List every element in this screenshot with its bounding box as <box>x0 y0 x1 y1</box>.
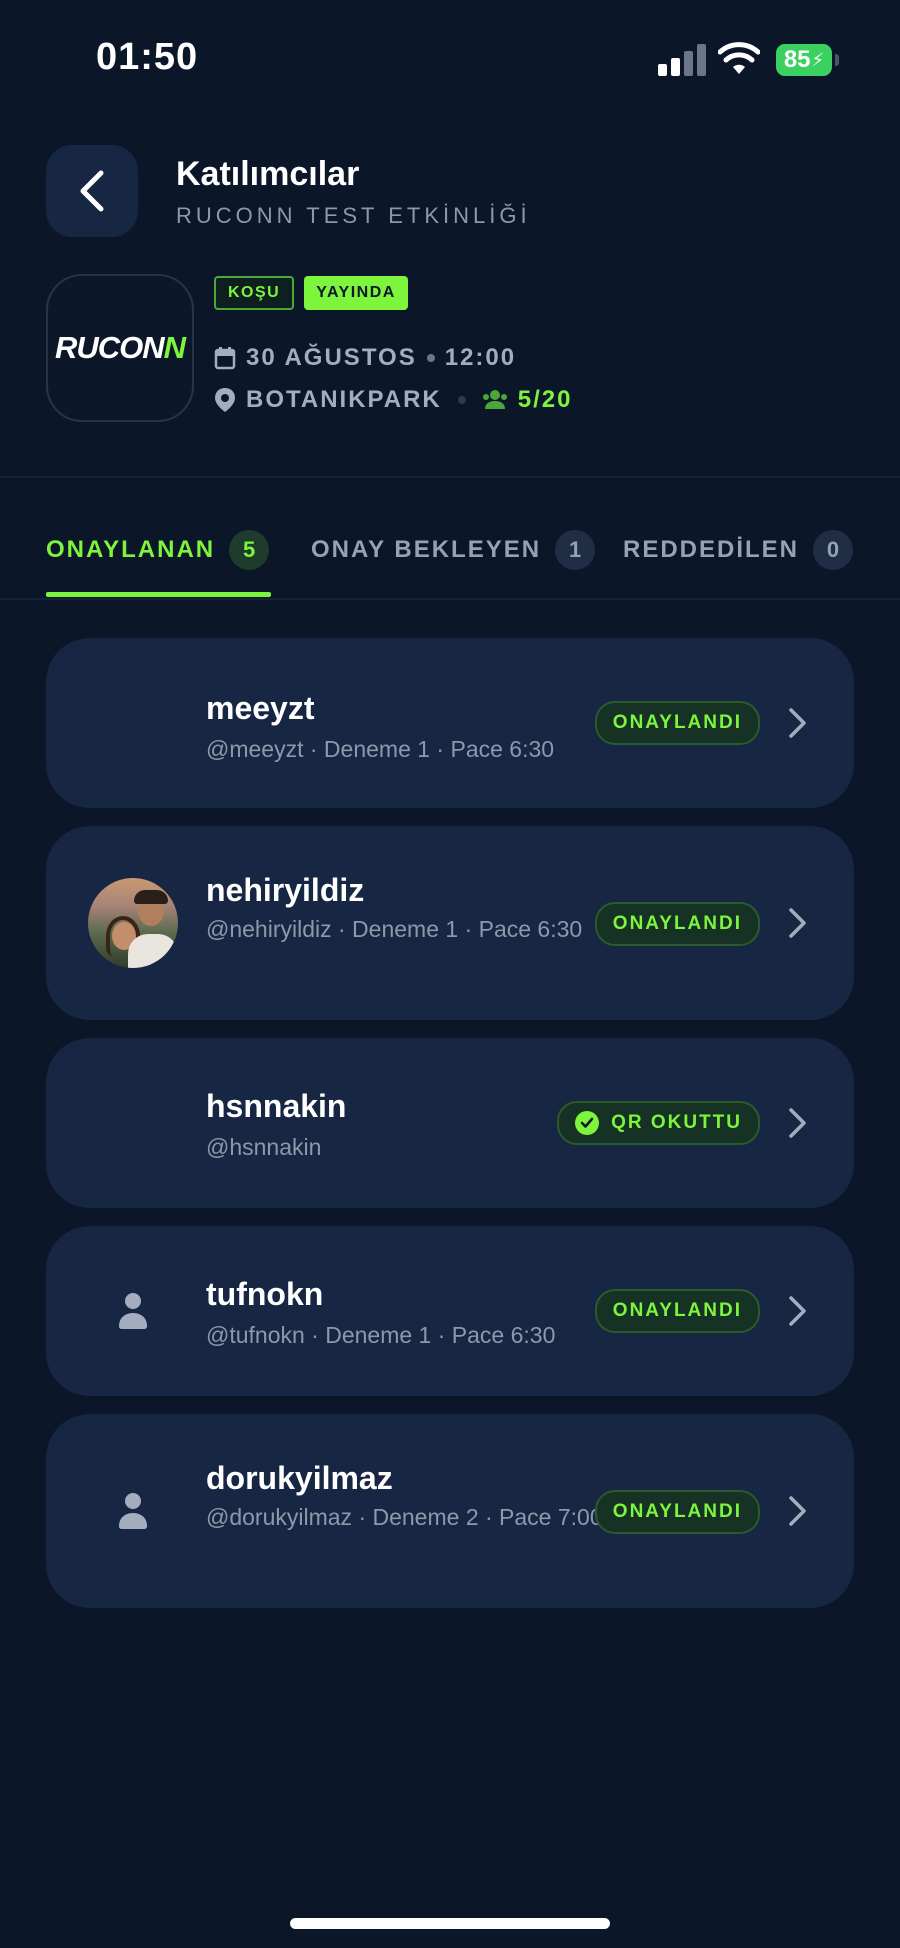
event-location: BOTANIKPARK <box>246 386 442 413</box>
wifi-icon <box>718 42 760 74</box>
tab-approved[interactable]: ONAYLANAN 5 <box>46 530 270 570</box>
participant-capacity: 5/20 <box>517 386 573 413</box>
chevron-right-icon <box>789 708 806 738</box>
avatar <box>88 1466 178 1556</box>
status-badge: ONAYLANDI <box>594 701 760 745</box>
status-badge: ONAYLANDI <box>594 902 760 946</box>
page-title: Katılımcılar <box>176 155 360 193</box>
tab-count-badge: 0 <box>813 530 854 570</box>
participant-card[interactable]: dorukyilmaz @dorukyilmaz · Deneme 2 · Pa… <box>46 1414 854 1608</box>
location-pin-icon <box>215 388 235 412</box>
battery-icon: 85 ⚡ <box>776 44 832 76</box>
page-subtitle: RUCONN TEST ETKİNLİĞİ <box>176 203 531 228</box>
participant-card[interactable]: hsnnakin @hsnnakin QR OKUTTU <box>46 1038 854 1208</box>
cellular-signal-icon <box>658 44 706 76</box>
status-badge: ONAYLANDI <box>594 1490 760 1534</box>
category-tag: KOŞU <box>214 276 295 310</box>
page-header: Katılımcılar RUCONN TEST ETKİNLİĞİ <box>46 145 856 245</box>
participant-name: tufnokn <box>206 1276 324 1312</box>
tab-rejected[interactable]: REDDEDİLEN 0 <box>623 530 854 570</box>
event-logo: RUCONN <box>46 274 194 422</box>
tab-count-badge: 1 <box>555 530 596 570</box>
event-time: 12:00 <box>444 344 517 371</box>
event-tags: KOŞU YAYINDA <box>214 276 408 310</box>
participant-tabs: ONAYLANAN 5 ONAY BEKLEYEN 1 REDDEDİLEN 0 <box>46 530 856 600</box>
participant-name: dorukyilmaz <box>206 1460 393 1496</box>
tab-count-badge: 5 <box>229 530 270 570</box>
tab-label: ONAY BEKLEYEN <box>311 536 542 563</box>
avatar <box>88 878 178 968</box>
status-badge: ONAYLANDI <box>594 1289 760 1333</box>
logo-wordmark: RUCONN <box>54 330 186 365</box>
tab-label: REDDEDİLEN <box>623 536 800 563</box>
status-bar: 01:50 85 ⚡ <box>0 0 900 120</box>
status-time: 01:50 <box>96 36 199 78</box>
avatar <box>88 1266 178 1356</box>
person-icon <box>119 1293 147 1329</box>
participant-detail: @dorukyilmaz · Deneme 2 · Pace 7:00 <box>206 1504 603 1530</box>
back-button[interactable] <box>46 145 138 237</box>
chevron-right-icon <box>789 1296 806 1326</box>
tab-label: ONAYLANAN <box>46 536 216 563</box>
tab-pending[interactable]: ONAY BEKLEYEN 1 <box>311 530 596 570</box>
people-icon <box>482 390 507 409</box>
participant-card[interactable]: tufnokn @tufnokn · Deneme 1 · Pace 6:30 … <box>46 1226 854 1396</box>
section-divider <box>0 476 900 478</box>
tabs-divider <box>0 598 900 600</box>
participant-card[interactable]: meeyzt @meeyzt · Deneme 1 · Pace 6:30 ON… <box>46 638 854 808</box>
chevron-right-icon <box>789 1108 806 1138</box>
participant-detail: @meeyzt · Deneme 1 · Pace 6:30 <box>206 736 555 762</box>
participant-name: nehiryildiz <box>206 872 365 908</box>
active-tab-indicator <box>46 592 271 597</box>
person-icon <box>119 1493 147 1529</box>
participant-list: meeyzt @meeyzt · Deneme 1 · Pace 6:30 ON… <box>46 638 854 1626</box>
participant-name: hsnnakin <box>206 1088 347 1124</box>
chevron-right-icon <box>789 1496 806 1526</box>
check-circle-icon <box>575 1111 600 1135</box>
chevron-right-icon <box>789 908 806 938</box>
separator-dot <box>457 396 466 404</box>
event-date: 30 AĞUSTOS <box>246 344 417 371</box>
status-tag: YAYINDA <box>304 276 408 310</box>
participant-detail: @nehiryildiz · Deneme 1 · Pace 6:30 <box>206 916 583 942</box>
event-datetime: 30 AĞUSTOS 12:00 <box>214 344 516 372</box>
participant-detail: @tufnokn · Deneme 1 · Pace 6:30 <box>206 1322 556 1348</box>
separator-dot <box>426 354 435 362</box>
chevron-left-icon <box>80 170 104 212</box>
status-badge: QR OKUTTU <box>557 1101 760 1145</box>
home-indicator <box>290 1918 610 1929</box>
event-summary: RUCONN KOŞU YAYINDA 30 AĞUSTOS 12:00 BOT… <box>46 274 856 424</box>
event-location-row: BOTANIKPARK 5/20 <box>214 386 572 414</box>
battery-tip <box>835 54 839 66</box>
calendar-icon <box>214 347 236 370</box>
participant-card[interactable]: nehiryildiz @nehiryildiz · Deneme 1 · Pa… <box>46 826 854 1020</box>
participant-name: meeyzt <box>206 690 315 726</box>
